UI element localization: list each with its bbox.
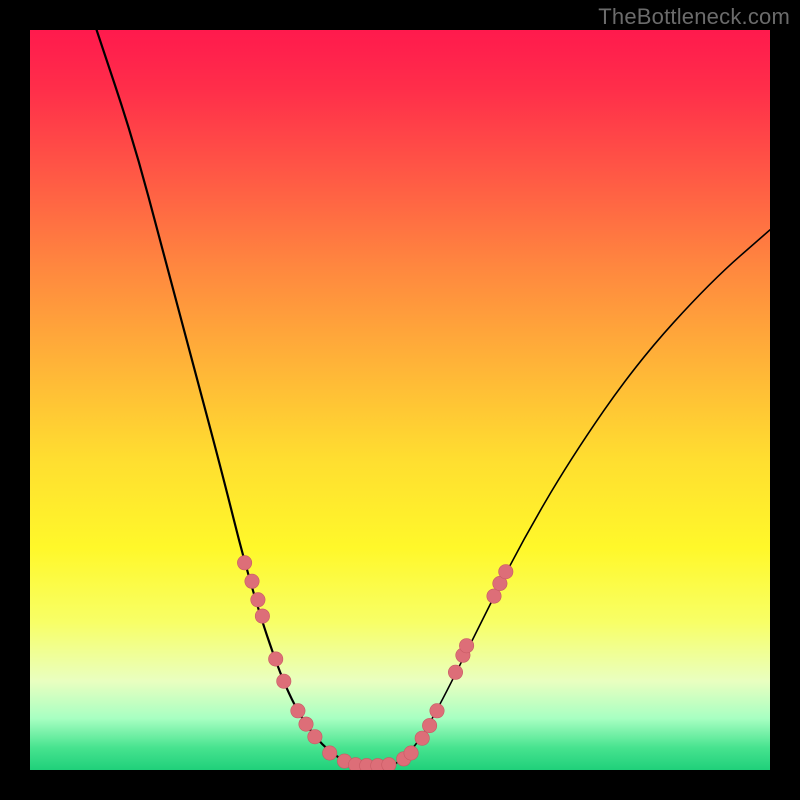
data-dot [422,718,436,732]
dots-group [237,556,513,770]
data-dot [255,609,269,623]
curve-right-shallow [393,230,770,767]
data-dot [245,574,259,588]
data-dot [487,589,501,603]
data-dot [323,746,337,760]
data-dot [459,639,473,653]
data-dot [308,730,322,744]
data-dot [415,731,429,745]
data-dot [448,665,462,679]
data-dot [291,704,305,718]
chart-frame: TheBottleneck.com [0,0,800,800]
watermark-text: TheBottleneck.com [598,4,790,30]
data-dot [499,565,513,579]
data-dot [251,593,265,607]
data-dot [237,556,251,570]
data-dot [404,746,418,760]
data-dot [277,674,291,688]
data-dot [269,652,283,666]
data-dot [430,704,444,718]
curve-left-steep [97,30,356,766]
plot-area [30,30,770,770]
curves-svg [30,30,770,770]
data-dot [299,717,313,731]
data-dot [382,758,396,770]
